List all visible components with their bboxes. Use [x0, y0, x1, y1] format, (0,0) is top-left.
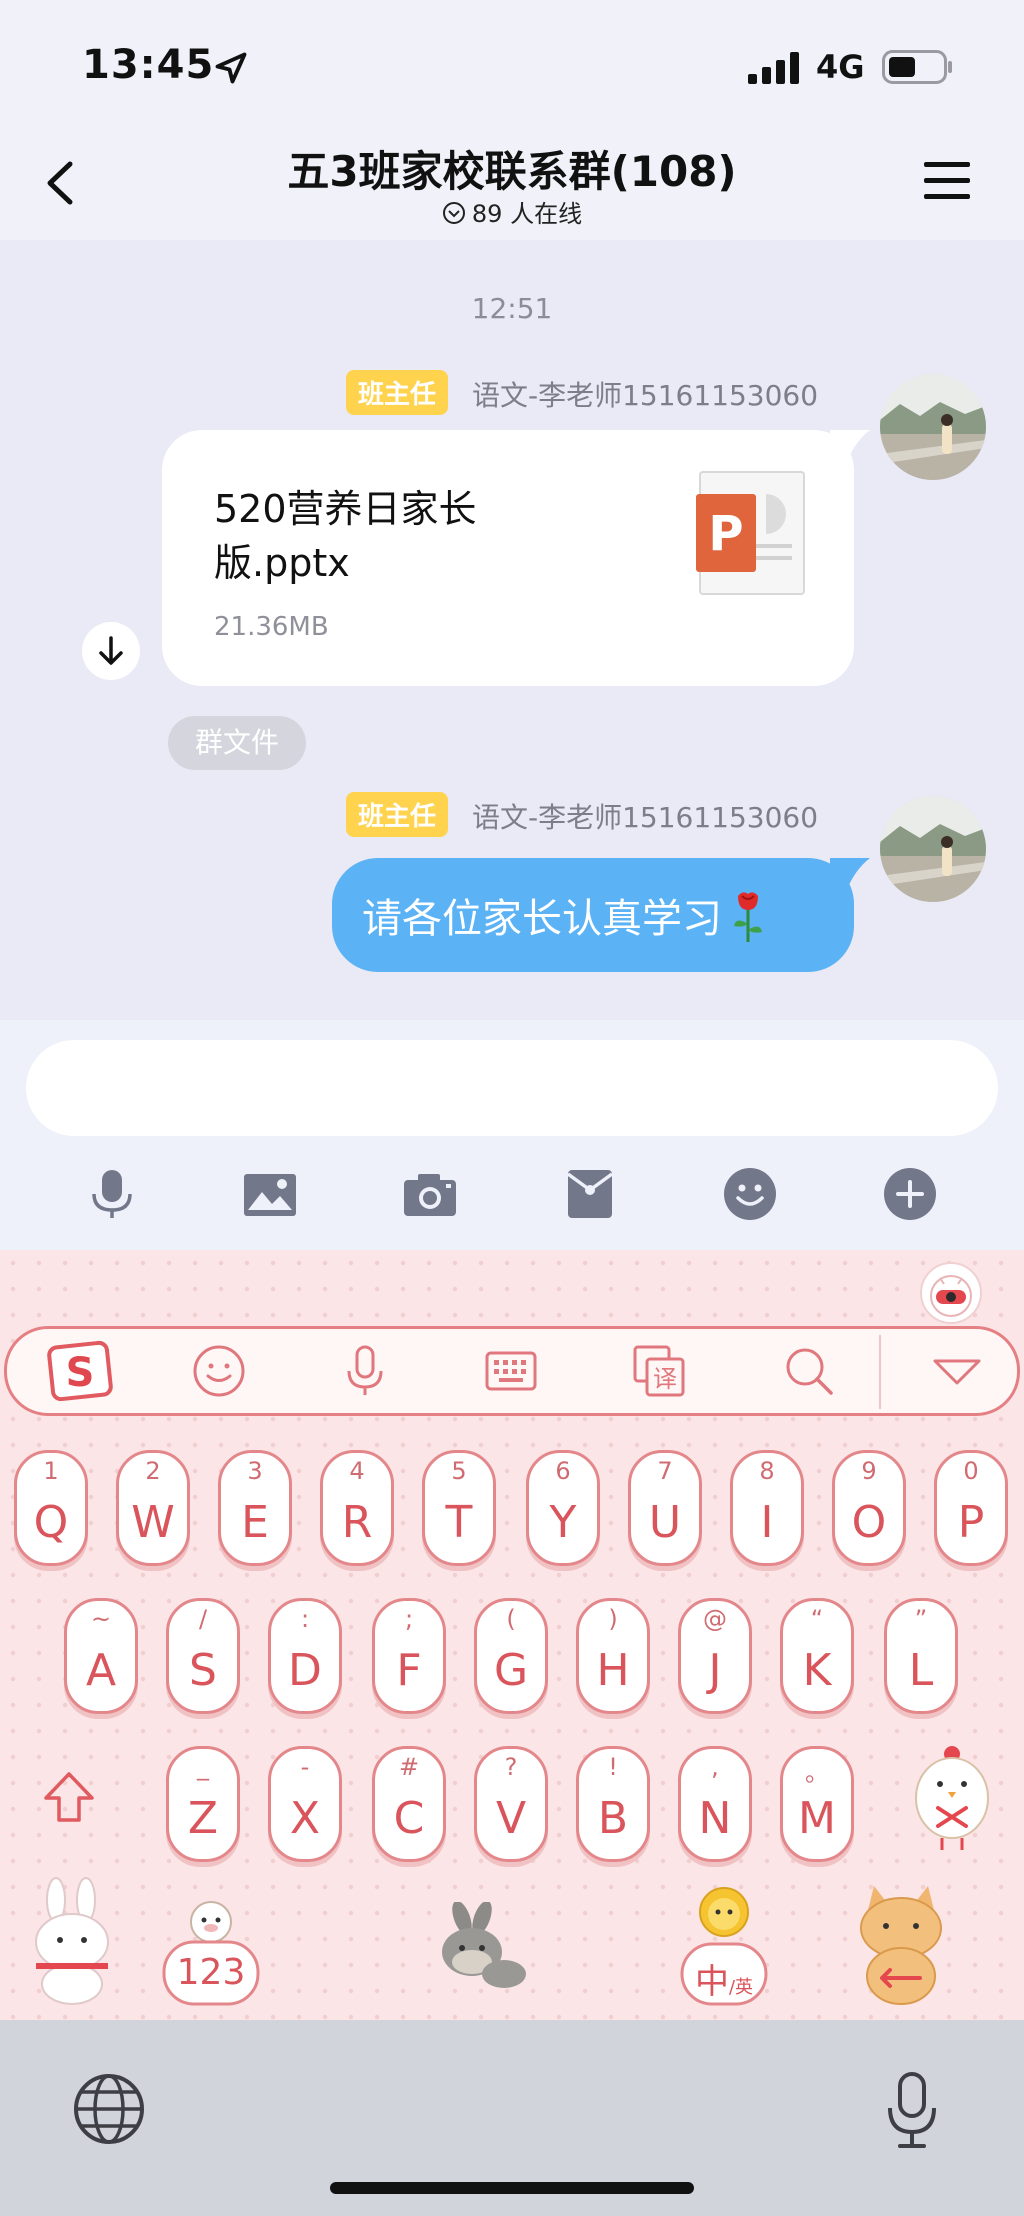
home-indicator[interactable]	[330, 2182, 694, 2194]
key-p[interactable]: 0P	[934, 1450, 1008, 1566]
chevron-circle-icon	[442, 202, 465, 224]
group-title: 五3班家校联系群(108)	[287, 147, 737, 196]
emoji-icon[interactable]	[191, 1343, 247, 1399]
delete-key-chick-icon[interactable]	[908, 1740, 996, 1856]
sender-name[interactable]: 语文-李老师15161153060	[472, 374, 818, 414]
key-s[interactable]: / S	[166, 1598, 240, 1714]
key-v[interactable]: ? V	[474, 1746, 548, 1862]
key-h[interactable]: ) H	[576, 1598, 650, 1714]
image-icon[interactable]	[242, 1166, 298, 1222]
key-t[interactable]: 5T	[422, 1450, 496, 1566]
message-text: 请各位家长认真学习	[362, 896, 722, 942]
group-file-tag[interactable]: 群文件	[168, 716, 306, 770]
svg-text:S: S	[66, 1350, 95, 1396]
message-input[interactable]	[26, 1040, 998, 1136]
status-bar: 13:45 4G	[0, 0, 1024, 130]
chat-area[interactable]: 12:51 班主任 语文-李老师15161153060 520营养日家长版.pp…	[0, 240, 1024, 1020]
network-type: 4G	[816, 48, 865, 86]
bunny-mascot-icon[interactable]	[24, 1876, 120, 2006]
key-a[interactable]: ~ A	[64, 1598, 138, 1714]
text-message-bubble[interactable]: 请各位家长认真学习	[332, 858, 870, 972]
key-o[interactable]: 9O	[832, 1450, 906, 1566]
key-x[interactable]: -X	[268, 1746, 342, 1862]
keyboard-mascot-icon[interactable]	[920, 1262, 982, 1324]
role-badge: 班主任	[346, 370, 449, 415]
bubble-tail	[830, 858, 870, 898]
key-w[interactable]: 2W	[116, 1450, 190, 1566]
keyboard-bottom-bar	[0, 2020, 1024, 2216]
key-g[interactable]: (G	[474, 1598, 548, 1714]
sogou-logo-icon[interactable]: S	[45, 1339, 115, 1403]
keyboard-icon[interactable]	[483, 1343, 539, 1399]
toolbar-divider	[879, 1335, 881, 1409]
key-e[interactable]: 3E	[218, 1450, 292, 1566]
shift-key-icon[interactable]	[42, 1770, 96, 1826]
language-key-label: 中/英	[694, 1962, 754, 2002]
key-q[interactable]: 1Q	[14, 1450, 88, 1566]
avatar[interactable]	[880, 374, 986, 480]
key-u[interactable]: 7U	[628, 1450, 702, 1566]
avatar[interactable]	[880, 796, 986, 902]
key-l[interactable]: ” L	[884, 1598, 958, 1714]
bubble-tail	[830, 430, 870, 470]
key-j[interactable]: @ J	[678, 1598, 752, 1714]
key-m[interactable]: 。 M	[780, 1746, 854, 1862]
key-y[interactable]: 6Y	[526, 1450, 600, 1566]
key-d[interactable]: :D	[268, 1598, 342, 1714]
key-b[interactable]: ! B	[576, 1746, 650, 1862]
cellular-signal-icon	[748, 52, 799, 84]
search-icon[interactable]	[781, 1343, 837, 1399]
menu-icon[interactable]	[922, 158, 972, 204]
key-r[interactable]: 4R	[320, 1450, 394, 1566]
collapse-icon[interactable]	[929, 1343, 985, 1399]
microphone-icon[interactable]	[84, 1166, 140, 1222]
file-message-bubble[interactable]: 520营养日家长版.pptx 21.36MB P	[162, 430, 870, 686]
file-name: 520营养日家长版.pptx	[214, 487, 477, 585]
battery-icon	[882, 50, 952, 84]
dictation-microphone-icon[interactable]	[882, 2070, 942, 2150]
composer	[0, 1020, 1024, 1250]
message-content: 请各位家长认真学习	[362, 886, 766, 944]
location-arrow-icon	[215, 52, 247, 84]
camera-icon[interactable]	[402, 1166, 458, 1222]
keyboard-toolbar: S 译	[4, 1326, 1020, 1416]
globe-icon[interactable]	[72, 2072, 146, 2146]
numbers-key-label: 123	[176, 1952, 246, 1993]
chat-header: 五3班家校联系群(108) 89 人在线	[0, 130, 1024, 240]
key-k[interactable]: “K	[780, 1598, 854, 1714]
download-button[interactable]	[82, 622, 140, 680]
key-z[interactable]: _ Z	[166, 1746, 240, 1862]
key-f[interactable]: ; F	[372, 1598, 446, 1714]
key-i[interactable]: 8I	[730, 1450, 804, 1566]
status-time: 13:45	[82, 42, 215, 88]
sender-name[interactable]: 语文-李老师15161153060	[472, 796, 818, 836]
download-arrow-icon	[99, 636, 123, 665]
microphone-icon[interactable]	[337, 1343, 393, 1399]
rose-icon	[734, 892, 762, 942]
space-key-donkey-icon[interactable]	[424, 1902, 528, 1994]
role-badge: 班主任	[346, 792, 449, 837]
enter-key-cat-icon[interactable]	[840, 1880, 962, 2010]
online-count-label: 89 人在线	[471, 200, 583, 228]
key-c[interactable]: # C	[372, 1746, 446, 1862]
file-size: 21.36MB	[214, 612, 329, 642]
emoji-icon[interactable]	[722, 1166, 778, 1222]
online-count[interactable]: 89 人在线	[0, 194, 1024, 229]
language-switch-key[interactable]: 中/英	[678, 1882, 770, 2010]
translate-icon[interactable]: 译	[631, 1343, 687, 1399]
numbers-key[interactable]: 123	[160, 1896, 262, 2008]
svg-text:P: P	[708, 506, 743, 562]
key-n[interactable]: ,N	[678, 1746, 752, 1862]
message-timestamp: 12:51	[471, 292, 553, 325]
powerpoint-icon: P	[696, 471, 805, 595]
keyboard: S 译 1 Q 2 W 3 E 4 R 5 T 6 Y 7 U 8 I 9 O …	[0, 1250, 1024, 2020]
svg-text:译: 译	[653, 1365, 677, 1393]
plus-icon[interactable]	[882, 1166, 938, 1222]
red-packet-icon[interactable]	[562, 1166, 618, 1222]
